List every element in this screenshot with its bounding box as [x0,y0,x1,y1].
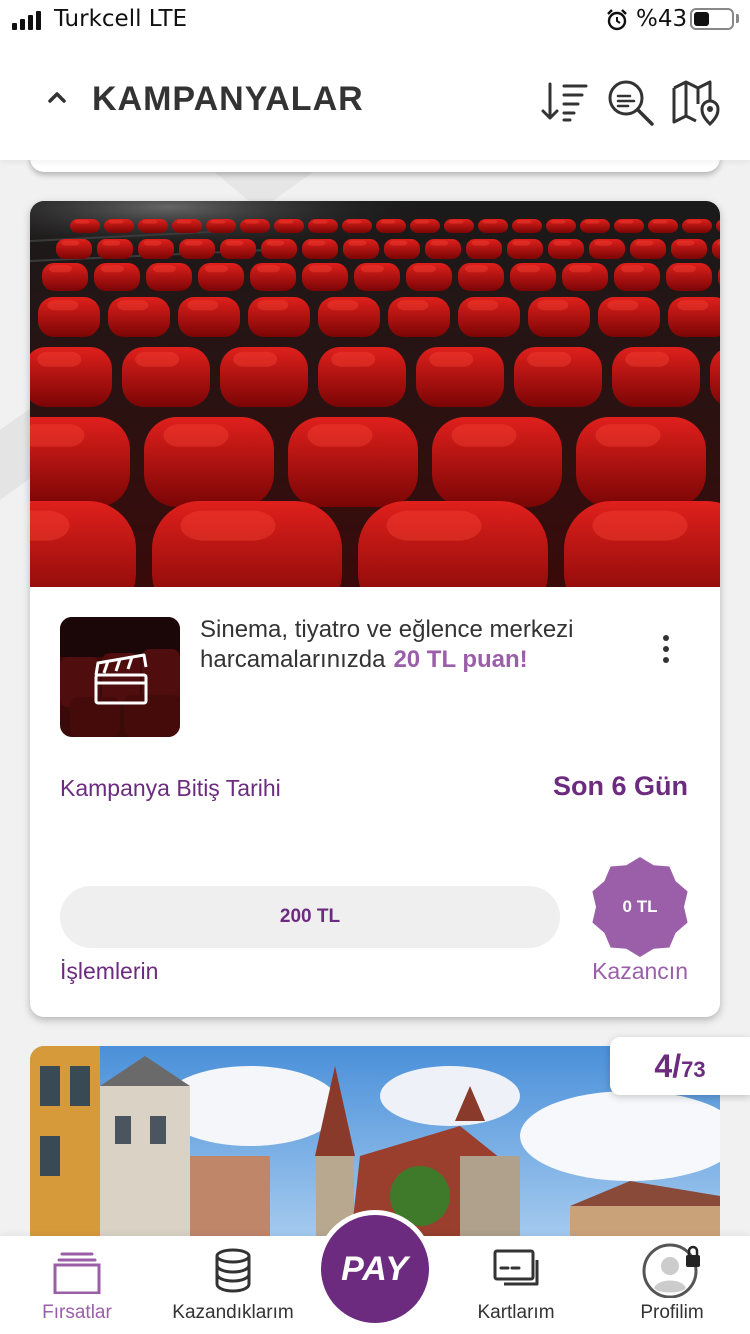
tab-label: Fırsatlar [42,1302,112,1323]
earned-value: 0 TL [622,897,658,916]
end-date-value: Son 6 Gün [553,771,688,801]
app-header: KAMPANYALAR [0,40,750,160]
page-counter-total: 73 [681,1057,706,1082]
search-icon[interactable] [604,76,656,128]
page-counter-current: 4 [654,1048,673,1084]
campaign-thumbnail [60,617,180,737]
sort-icon[interactable] [538,76,590,128]
alarm-icon [607,9,627,31]
tab-label: Kartlarım [477,1302,555,1323]
page-title: KAMPANYALAR [92,80,364,118]
battery-fill [694,12,709,26]
cards-icon [53,1252,101,1294]
carrier-label: Turkcell LTE [54,6,188,32]
transactions-link[interactable]: İşlemlerin [60,958,158,985]
spending-target-label: 200 TL [279,906,341,927]
page-counter: 4/73 [610,1037,750,1095]
more-options-icon[interactable] [650,629,682,669]
pay-button[interactable]: PAY [316,1210,434,1328]
status-bar: Turkcell LTE %43 [0,0,750,40]
chevron-up-icon[interactable] [42,82,72,112]
tab-label: Profilim [640,1302,704,1323]
campaign-reward-highlight: 20 TL puan! [393,646,528,673]
map-icon[interactable] [670,76,722,128]
tab-label: Kazandıklarım [172,1302,294,1323]
pay-label: PAY [341,1249,409,1288]
signal-icon [12,10,41,30]
battery-percent: %43 [636,6,688,32]
end-date-label: Kampanya Bitiş Tarihi [60,775,281,801]
battery-cap [736,14,739,23]
pay-icon: PAY [321,1215,429,1323]
campaign-card[interactable]: Sinema, tiyatro ve eğlence merkezi harca… [30,201,720,1017]
card-icon [493,1249,539,1286]
tab-profilim[interactable]: Profilim [597,1236,747,1334]
tab-kazandiklarim[interactable]: Kazandıklarım [158,1236,308,1334]
coins-icon [215,1248,251,1293]
spending-progress-bar: 200 TL [60,886,560,948]
earned-label: Kazancın [592,958,688,984]
page-counter-separator: / [672,1048,682,1084]
tab-firsatlar[interactable]: Fırsatlar [2,1236,152,1334]
battery-icon [690,8,734,30]
profile-lock-icon [642,1243,700,1298]
tab-kartlarim[interactable]: Kartlarım [441,1236,591,1334]
campaign-description: Sinema, tiyatro ve eğlence merkezi harca… [200,615,640,675]
campaign-hero-image [30,201,720,587]
